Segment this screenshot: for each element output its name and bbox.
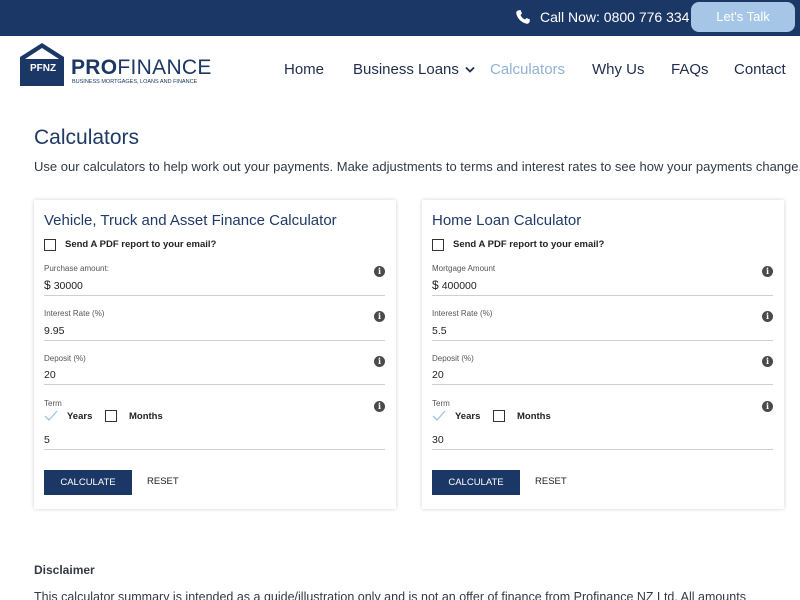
purchase-amount-value: 30000 [53,280,83,292]
disclaimer-text: This calculator summary is intended as a… [34,590,746,600]
interest-rate-input[interactable]: 5.5 [432,325,447,337]
interest-rate-label: Interest Rate (%) [44,309,105,318]
term-years-option[interactable]: Years [67,411,92,422]
info-icon[interactable]: i [762,266,773,277]
term-months-checkbox[interactable] [105,410,117,422]
info-icon[interactable]: i [762,356,773,367]
lets-talk-button[interactable]: Let's Talk [691,2,795,32]
info-icon[interactable]: i [374,356,385,367]
page-title: Calculators [34,126,140,149]
term-months-option[interactable]: Months [129,411,163,422]
field-underline [432,340,773,341]
deposit-input[interactable]: 20 [44,369,56,381]
intro-text: Use our calculators to help work out you… [34,159,800,174]
logo-name: PROFINANCE [71,56,212,80]
info-icon[interactable]: i [374,311,385,322]
nav-business-loans[interactable]: Business Loans [353,61,475,78]
deposit-label: Deposit (%) [432,354,474,363]
purchase-amount-label: Purchase amount: [44,264,109,273]
logo-mark-text: PFNZ [29,63,57,74]
checkmark-icon[interactable] [44,410,58,422]
field-underline [44,295,385,296]
calculate-button[interactable]: CALCULATE [432,470,520,495]
term-input[interactable]: 5 [44,434,50,446]
deposit-input[interactable]: 20 [432,369,444,381]
term-label: Term [432,399,450,408]
pdf-report-label: Send A PDF report to your email? [453,239,605,250]
field-underline [44,340,385,341]
logo[interactable]: PFNZ PROFINANCE BUSINESS MORTGAGES, LOAN… [20,42,212,88]
currency-symbol: $ [432,278,439,292]
info-icon[interactable]: i [374,266,385,277]
nav-why-us[interactable]: Why Us [592,61,645,78]
info-icon[interactable]: i [762,311,773,322]
nav-business-loans-label: Business Loans [353,61,459,78]
chevron-down-icon [465,66,475,73]
pdf-report-checkbox[interactable] [44,239,56,251]
pdf-report-label: Send A PDF report to your email? [65,239,217,250]
term-label: Term [44,399,62,408]
logo-tagline: BUSINESS MORTGAGES, LOANS AND FINANCE [72,79,198,85]
phone-icon [516,10,530,24]
field-underline [44,384,385,385]
interest-rate-label: Interest Rate (%) [432,309,493,318]
pdf-report-checkbox[interactable] [432,239,444,251]
home-loan-calculator-title: Home Loan Calculator [432,212,582,229]
term-input[interactable]: 30 [432,434,444,446]
nav-faqs[interactable]: FAQs [671,61,709,78]
field-underline [432,449,773,450]
deposit-label: Deposit (%) [44,354,86,363]
nav-home[interactable]: Home [284,61,324,78]
purchase-amount-input[interactable]: $30000 [44,278,83,292]
home-loan-calculator-card: Home Loan Calculator Send A PDF report t… [422,200,784,509]
mortgage-amount-input[interactable]: $400000 [432,278,477,292]
disclaimer-title: Disclaimer [34,563,95,577]
info-icon[interactable]: i [762,401,773,412]
mortgage-amount-label: Mortgage Amount [432,264,496,273]
reset-button[interactable]: RESET [535,476,567,487]
call-now-link[interactable]: Call Now: 0800 776 334 [540,9,689,25]
calculate-button[interactable]: CALCULATE [44,470,132,495]
info-icon[interactable]: i [374,401,385,412]
mortgage-amount-value: 400000 [441,280,477,292]
term-years-option[interactable]: Years [455,411,480,422]
term-months-checkbox[interactable] [493,410,505,422]
field-underline [432,295,773,296]
logo-name-rest: FINANCE [117,56,212,79]
field-underline [432,384,773,385]
term-months-option[interactable]: Months [517,411,551,422]
vehicle-calculator-title: Vehicle, Truck and Asset Finance Calcula… [44,212,337,229]
top-bar: Call Now: 0800 776 334 Let's Talk [0,0,800,36]
nav-calculators[interactable]: Calculators [490,61,565,78]
field-underline [44,449,385,450]
nav-contact[interactable]: Contact [734,61,786,78]
interest-rate-input[interactable]: 9.95 [44,325,64,337]
reset-button[interactable]: RESET [147,476,179,487]
currency-symbol: $ [44,278,51,292]
vehicle-calculator-card: Vehicle, Truck and Asset Finance Calcula… [34,200,396,509]
logo-name-bold: PRO [71,56,118,79]
checkmark-icon[interactable] [432,410,446,422]
